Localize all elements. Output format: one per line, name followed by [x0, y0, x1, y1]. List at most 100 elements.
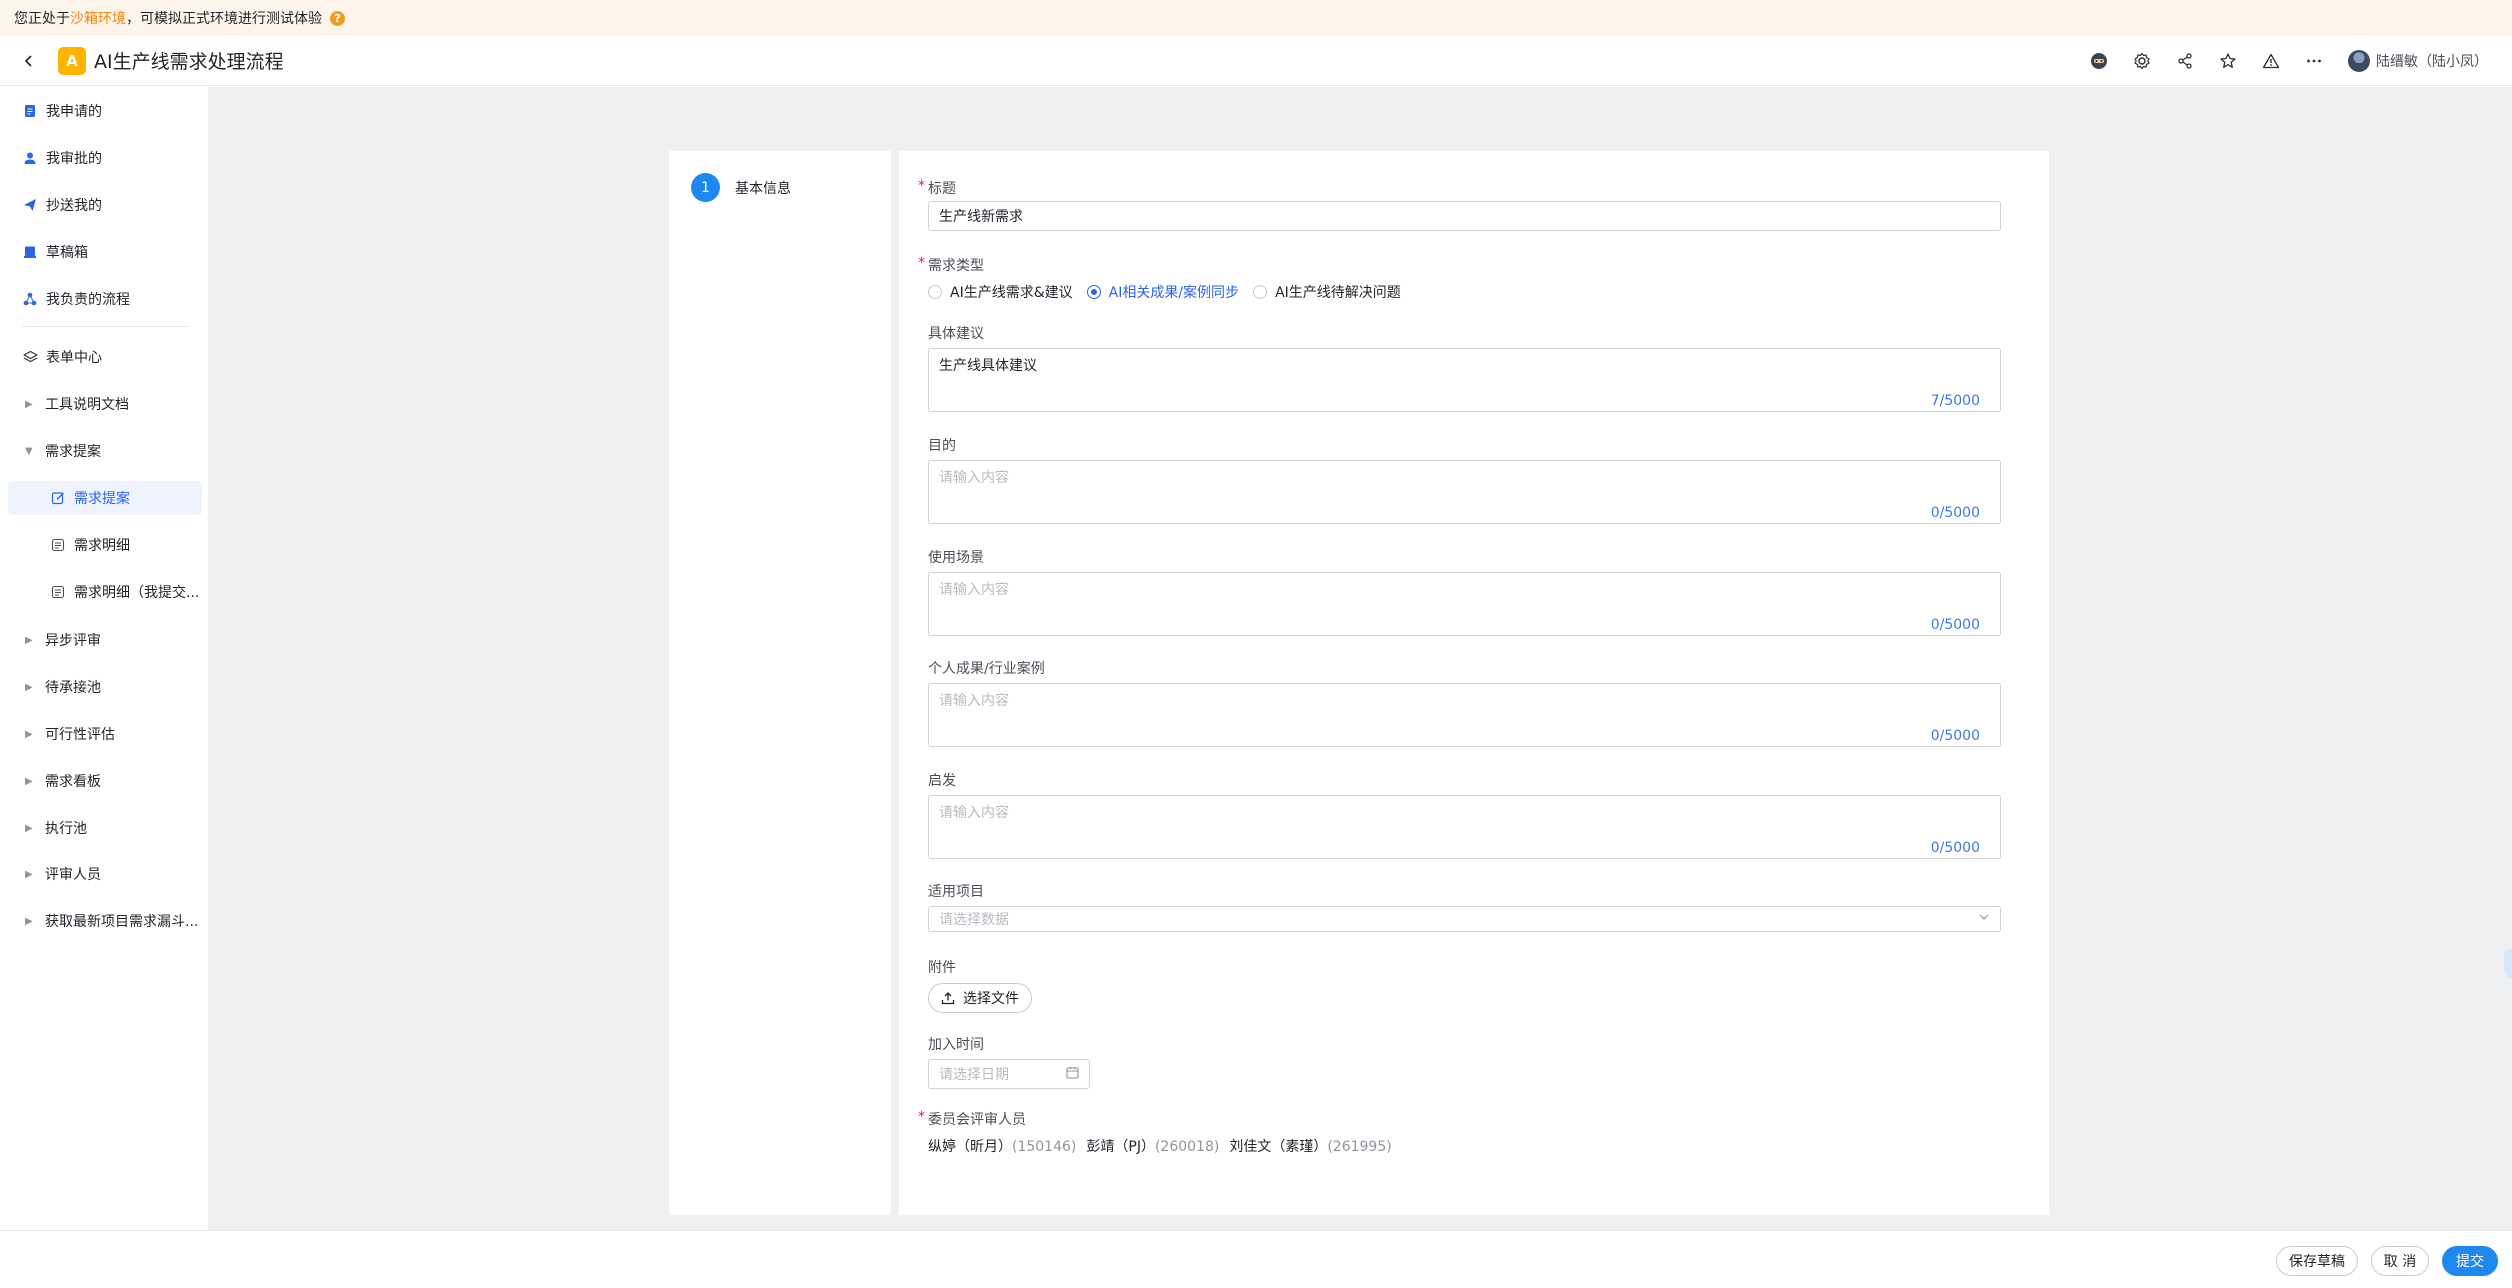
user-profile[interactable]: 陆缙敏（陆小凤） — [2348, 50, 2488, 72]
list-sheet-icon — [50, 537, 66, 553]
footer-actions: 保存草稿 取 消 提交 — [0, 1230, 2512, 1288]
sidebar-item-async-review[interactable]: ▶ 异步评审 — [0, 623, 208, 657]
reviewer-list: 纵婷（昕月）(150146) 彭靖（PJ）(260018) 刘佳文（素瑾）(26… — [928, 1136, 1402, 1156]
required-mark: * — [918, 255, 925, 271]
draft-box-icon — [22, 244, 38, 260]
sidebar-item-tool-docs[interactable]: ▶ 工具说明文档 — [0, 387, 208, 421]
step-number: 1 — [691, 173, 720, 202]
submit-button[interactable]: 提交 — [2442, 1246, 2498, 1276]
title-label: * 标题 — [918, 178, 956, 198]
help-icon[interactable]: ? — [330, 10, 345, 26]
scenario-label: 使用场景 — [928, 550, 984, 566]
type-radio-cases[interactable]: AI相关成果/案例同步 — [1086, 282, 1239, 302]
scenario-textarea[interactable]: 请输入内容 0/5000 — [928, 572, 2001, 636]
required-mark: * — [918, 1109, 925, 1125]
star-icon[interactable] — [2216, 49, 2240, 73]
back-arrow-icon[interactable] — [22, 49, 42, 73]
caret-right-icon: ▶ — [25, 915, 33, 927]
sidebar-item-label: 我申请的 — [46, 104, 102, 120]
label-text: 需求类型 — [928, 258, 984, 274]
form-panel: * 标题 生产线新需求 * 需求类型 AI生产线需求&建议 AI相关成果/案例同步 … — [899, 151, 2049, 1215]
cancel-button[interactable]: 取 消 — [2371, 1246, 2429, 1276]
sandbox-banner: 您正处于 沙箱环境 ，可模拟正式环境进行测试体验 ? — [0, 0, 2512, 36]
type-radio-suggestion[interactable]: AI生产线需求&建议 — [928, 282, 1073, 302]
floating-edge-handle[interactable] — [2504, 948, 2512, 978]
step-label: 基本信息 — [735, 180, 791, 197]
sidebar-item-form-center[interactable]: 表单中心 — [0, 340, 208, 374]
case-textarea[interactable]: 请输入内容 0/5000 — [928, 683, 2001, 747]
title-input[interactable]: 生产线新需求 — [928, 201, 2001, 231]
sidebar-item-exec-pool[interactable]: ▶ 执行池 — [0, 811, 208, 845]
caret-right-icon: ▶ — [25, 822, 33, 834]
project-select[interactable]: 请选择数据 — [928, 906, 2001, 932]
sidebar-item-my-approved[interactable]: 我审批的 — [0, 141, 208, 175]
placeholder: 请输入内容 — [939, 470, 1009, 486]
radio-circle[interactable] — [1086, 285, 1101, 299]
share-icon[interactable] — [2173, 49, 2197, 73]
page-title: AI生产线需求处理流程 — [94, 51, 284, 73]
char-counter: 0/5000 — [1930, 617, 1980, 633]
placeholder: 请选择日期 — [939, 1067, 1009, 1083]
assistant-avatar-icon[interactable] — [2087, 49, 2111, 73]
radio-circle[interactable] — [1253, 285, 1268, 299]
label-text: 标题 — [928, 181, 956, 197]
chevron-down-icon — [1978, 911, 1990, 927]
sidebar-item-my-applied[interactable]: 我申请的 — [0, 94, 208, 128]
caret-right-icon: ▶ — [25, 775, 33, 787]
banner-prefix: 您正处于 — [14, 11, 70, 27]
sidebar-item-latest-projects[interactable]: ▶ 获取最新项目需求漏斗... — [0, 904, 208, 938]
sidebar-item-label: 需求看板 — [45, 774, 101, 790]
inspiration-textarea[interactable]: 请输入内容 0/5000 — [928, 795, 2001, 859]
sidebar-item-req-proposal-group[interactable]: ▼ 需求提案 — [0, 434, 208, 468]
case-label: 个人成果/行业案例 — [928, 661, 1045, 677]
layers-icon — [22, 349, 38, 365]
placeholder: 请输入内容 — [939, 805, 1009, 821]
sidebar-item-my-flows[interactable]: 我负责的流程 — [0, 282, 208, 316]
sidebar-item-label: 执行池 — [45, 821, 87, 837]
sidebar-item-label: 草稿箱 — [46, 245, 88, 261]
caret-down-icon: ▼ — [25, 445, 33, 457]
sidebar-item-label: 异步评审 — [45, 633, 101, 649]
char-counter: 7/5000 — [1930, 393, 1980, 409]
sidebar-item-req-proposal[interactable]: 需求提案 — [8, 481, 202, 515]
banner-highlight[interactable]: 沙箱环境 — [70, 8, 126, 28]
sidebar-item-label: 表单中心 — [46, 350, 102, 366]
sidebar-item-reviewers[interactable]: ▶ 评审人员 — [0, 857, 208, 891]
approver-icon — [22, 150, 38, 166]
more-options-icon[interactable] — [2302, 49, 2326, 73]
edit-icon — [50, 490, 66, 506]
reviewer-name: 彭靖（PJ） — [1086, 1139, 1155, 1155]
purpose-label: 目的 — [928, 438, 956, 454]
placeholder: 请选择数据 — [939, 912, 1009, 928]
sidebar-item-drafts[interactable]: 草稿箱 — [0, 235, 208, 269]
sidebar-item-label: 评审人员 — [45, 867, 101, 883]
upload-file-button[interactable]: 选择文件 — [928, 983, 1032, 1013]
char-counter: 0/5000 — [1930, 840, 1980, 856]
step-basic-info[interactable]: 1 基本信息 — [691, 173, 791, 202]
committee-label: * 委员会评审人员 — [918, 1109, 1026, 1129]
flow-icon — [22, 291, 38, 307]
app-logo: A — [58, 46, 86, 75]
date-picker[interactable]: 请选择日期 — [928, 1059, 1090, 1089]
upload-icon — [941, 991, 955, 1005]
purpose-textarea[interactable]: 请输入内容 0/5000 — [928, 460, 2001, 524]
sidebar-item-label: 获取最新项目需求漏斗... — [45, 914, 199, 930]
sidebar-item-req-detail-mine[interactable]: 需求明细（我提交... — [0, 575, 208, 609]
type-radio-problems[interactable]: AI生产线待解决问题 — [1253, 282, 1401, 302]
warning-icon[interactable] — [2259, 49, 2283, 73]
avatar[interactable] — [2348, 50, 2370, 72]
radio-circle[interactable] — [928, 285, 942, 299]
sidebar-item-req-detail[interactable]: 需求明细 — [0, 528, 208, 562]
project-label: 适用项目 — [928, 884, 984, 900]
sidebar-item-req-board[interactable]: ▶ 需求看板 — [0, 764, 208, 798]
sidebar-item-feasibility[interactable]: ▶ 可行性评估 — [0, 717, 208, 751]
sidebar-item-label: 抄送我的 — [46, 198, 102, 214]
save-draft-button[interactable]: 保存草稿 — [2276, 1246, 2358, 1276]
sidebar-item-label: 待承接池 — [45, 680, 101, 696]
reviewer-name: 刘佳文（素瑾） — [1229, 1139, 1328, 1155]
type-label: * 需求类型 — [918, 255, 984, 275]
sidebar-item-pending-pool[interactable]: ▶ 待承接池 — [0, 670, 208, 704]
sidebar-item-cc-me[interactable]: 抄送我的 — [0, 188, 208, 222]
settings-gear-icon[interactable] — [2130, 49, 2154, 73]
suggestion-textarea[interactable]: 生产线具体建议 7/5000 — [928, 348, 2001, 412]
